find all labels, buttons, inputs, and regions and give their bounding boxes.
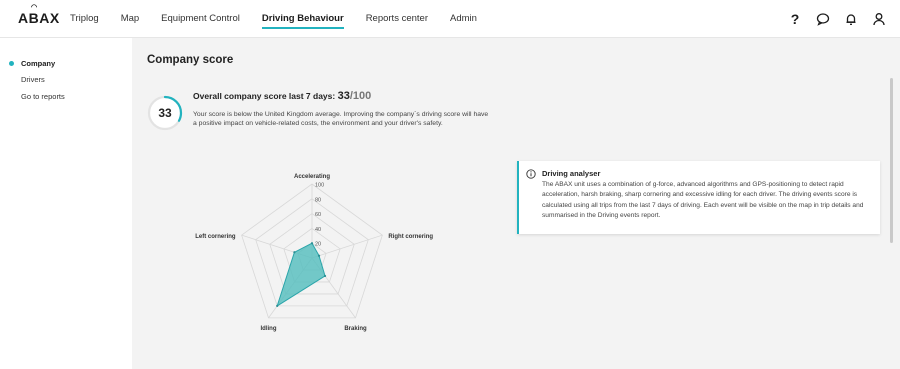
driving-analyser-info-box: Driving analyser The ABAX unit uses a co… bbox=[517, 161, 880, 234]
header-icons: ? bbox=[780, 0, 892, 38]
bell-icon bbox=[846, 14, 856, 25]
info-text: The ABAX unit uses a combination of g-fo… bbox=[542, 181, 864, 220]
radar-data-point-4 bbox=[276, 304, 279, 307]
svg-text:?: ? bbox=[791, 12, 800, 26]
top-navigation-bar: ◠ ABAX Triplog Map Equipment Control Dri… bbox=[0, 0, 900, 38]
user-button[interactable] bbox=[866, 6, 892, 32]
score-ring-value: 33 bbox=[158, 106, 172, 120]
radar-data-area bbox=[276, 242, 326, 307]
radar-axis-label-right-cornering: Right cornering bbox=[388, 234, 433, 240]
nav-item-triplog[interactable]: Triplog bbox=[70, 0, 99, 38]
score-headline: Overall company score last 7 days: 33/10… bbox=[193, 90, 371, 102]
chat-icon bbox=[816, 13, 830, 26]
score-out-of: /100 bbox=[349, 90, 372, 102]
notifications-button[interactable] bbox=[838, 6, 864, 32]
radar-axis-label-braking: Braking bbox=[344, 326, 367, 332]
score-description: Your score is below the United Kingdom a… bbox=[193, 111, 489, 128]
info-title: Driving analyser bbox=[542, 169, 601, 178]
sidebar-item-go-to-reports[interactable]: Go to reports bbox=[21, 92, 65, 101]
radar-data-point-5 bbox=[293, 251, 296, 254]
radar-tick-label: 80 bbox=[315, 197, 321, 203]
info-icon bbox=[526, 169, 536, 179]
radar-data-point-3 bbox=[323, 274, 327, 278]
radar-data-point-1 bbox=[310, 242, 314, 245]
main-content: Company score 33 Overall company score l… bbox=[132, 38, 900, 369]
radar-tick-label: 100 bbox=[315, 183, 324, 189]
page-title: Company score bbox=[147, 54, 234, 66]
signal-icon: ◠ bbox=[31, 4, 38, 11]
radar-chart: 100 80 60 40 20 Accelerating Right cornering Br… bbox=[195, 174, 433, 332]
chat-button[interactable] bbox=[810, 6, 836, 32]
radar-tick-label: 40 bbox=[315, 227, 321, 233]
active-indicator-dot bbox=[9, 61, 14, 66]
user-icon bbox=[873, 13, 885, 26]
radar-axis-label-idling: Idling bbox=[261, 326, 277, 332]
score-headline-label: Overall company score last 7 days: bbox=[193, 91, 336, 101]
nav-item-admin[interactable]: Admin bbox=[450, 0, 477, 38]
score-value: 33 bbox=[337, 90, 350, 102]
main-nav: Triplog Map Equipment Control Driving Be… bbox=[70, 0, 499, 38]
nav-item-map[interactable]: Map bbox=[121, 0, 139, 38]
radar-tick-label: 20 bbox=[315, 242, 321, 248]
help-button[interactable]: ? bbox=[782, 6, 808, 32]
radar-spoke-2 bbox=[311, 234, 383, 259]
sidebar: Company Drivers Go to reports bbox=[0, 38, 132, 369]
logo-text: ABAX bbox=[18, 10, 60, 26]
scrollbar[interactable] bbox=[890, 78, 893, 243]
help-icon: ? bbox=[791, 12, 800, 26]
abax-logo[interactable]: ◠ ABAX bbox=[18, 4, 60, 26]
sidebar-item-drivers[interactable]: Drivers bbox=[21, 75, 45, 84]
radar-data-point-2 bbox=[317, 254, 321, 257]
radar-axis-label-accelerating: Accelerating bbox=[294, 174, 330, 180]
nav-item-driving-behaviour[interactable]: Driving Behaviour bbox=[261, 0, 344, 38]
nav-item-equipment-control[interactable]: Equipment Control bbox=[161, 0, 240, 38]
sidebar-item-company[interactable]: Company bbox=[21, 59, 55, 68]
radar-tick-label: 60 bbox=[315, 212, 321, 218]
radar-axis-label-left-cornering: Left cornering bbox=[195, 234, 236, 240]
nav-item-reports-center[interactable]: Reports center bbox=[366, 0, 428, 38]
